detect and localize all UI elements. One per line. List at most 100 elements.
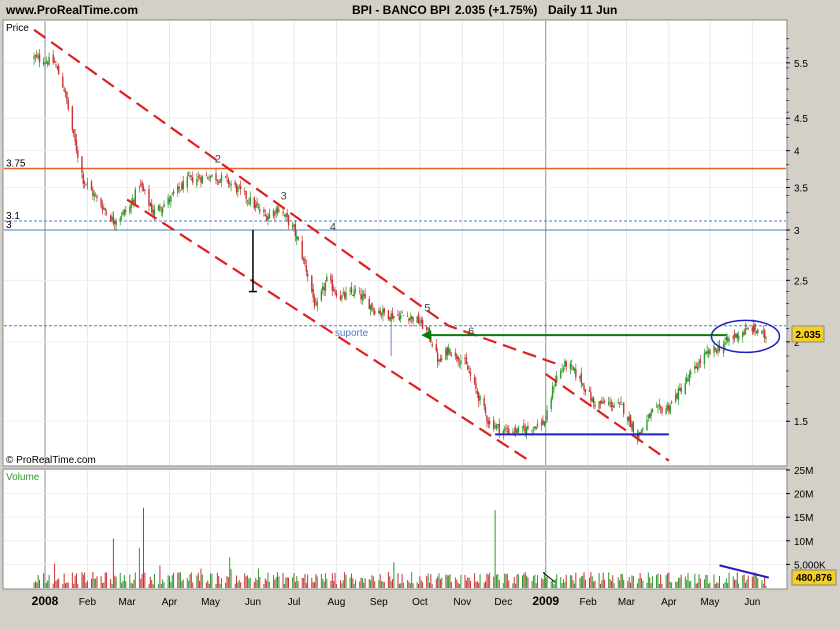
candle-body xyxy=(473,376,476,383)
time-tick-label: Apr xyxy=(162,597,178,608)
time-tick-label: Mar xyxy=(118,597,136,608)
candle-body xyxy=(345,292,347,300)
candle-body xyxy=(77,150,79,158)
candle-body xyxy=(93,193,95,196)
price-panel-label: Price xyxy=(6,23,29,34)
candle-body xyxy=(33,56,35,59)
candle-body xyxy=(246,200,249,202)
candle-body xyxy=(602,401,604,404)
candle-body xyxy=(659,406,662,408)
site-name: www.ProRealTime.com xyxy=(5,3,138,17)
candle-body xyxy=(264,214,266,216)
candle-body xyxy=(120,216,123,218)
time-tick-label: Aug xyxy=(328,597,346,608)
candle-body xyxy=(610,402,613,408)
candle-body xyxy=(543,422,546,426)
time-tick-label: Mar xyxy=(618,597,636,608)
candle-body xyxy=(129,207,131,213)
candle-body xyxy=(268,213,271,219)
candle-body xyxy=(435,344,437,351)
candle-body xyxy=(524,428,526,434)
candle-body xyxy=(198,178,201,180)
candle-body xyxy=(339,295,342,301)
candle-body xyxy=(410,315,413,320)
candle-body xyxy=(205,175,208,177)
candle-body xyxy=(525,426,528,434)
candle-body xyxy=(514,427,517,433)
candle-body xyxy=(640,429,643,434)
volume-tick-label: 10M xyxy=(794,537,813,548)
price-tick-label: 5.5 xyxy=(794,59,808,70)
candle-body xyxy=(354,290,357,291)
candle-body xyxy=(144,189,146,191)
candle-body xyxy=(584,389,587,392)
candle-body xyxy=(92,190,94,196)
candle-body xyxy=(297,237,299,241)
candle-body xyxy=(326,276,328,282)
candle-body xyxy=(765,337,767,339)
candle-body xyxy=(438,360,440,362)
candle-body xyxy=(44,62,46,65)
candle-body xyxy=(224,176,227,178)
time-tick-label: Oct xyxy=(412,597,428,608)
candle-body xyxy=(628,416,630,423)
candle-body xyxy=(208,179,210,181)
candle-body xyxy=(445,348,447,360)
candle-body xyxy=(389,316,391,320)
candle-body xyxy=(506,430,509,432)
candle-body xyxy=(249,197,251,205)
candle-body xyxy=(676,393,678,399)
time-tick-label: Jun xyxy=(245,597,261,608)
candle-body xyxy=(607,402,610,405)
wave-point-label: 3 xyxy=(281,191,287,203)
candle-body xyxy=(152,209,154,214)
candle-body xyxy=(679,388,681,391)
candle-body xyxy=(244,191,246,192)
candle-body xyxy=(513,431,515,433)
candle-body xyxy=(332,289,335,292)
candle-body xyxy=(296,235,298,239)
candle-body xyxy=(391,312,394,319)
candle-body xyxy=(562,368,565,371)
price-panel[interactable] xyxy=(2,19,788,467)
candle-body xyxy=(100,198,102,207)
quote-value: 2.035 (+1.75%) xyxy=(455,3,537,17)
candle-body xyxy=(627,416,629,421)
candle-body xyxy=(464,357,466,359)
candle-body xyxy=(378,310,380,313)
time-tick-label: Dec xyxy=(494,597,512,608)
candle-body xyxy=(238,186,240,188)
current-price-tag-text: 2.035 xyxy=(795,330,820,341)
candle-body xyxy=(572,366,574,370)
candle-body xyxy=(330,275,332,281)
candle-body xyxy=(590,392,592,401)
wave-point-label: 2 xyxy=(215,153,221,165)
candle-body xyxy=(687,378,689,381)
candle-body xyxy=(207,177,209,179)
candle-body xyxy=(761,330,763,334)
candle-body xyxy=(47,62,49,65)
candle-body xyxy=(458,363,461,364)
candle-body xyxy=(592,397,595,404)
candle-body xyxy=(103,208,105,209)
candle-body xyxy=(397,314,399,316)
candle-body xyxy=(436,352,439,363)
candle-body xyxy=(486,415,488,422)
candle-body xyxy=(291,225,294,228)
candle-body xyxy=(460,360,462,365)
candle-body xyxy=(703,353,706,365)
candle-body xyxy=(400,314,402,319)
candle-body xyxy=(316,301,318,307)
candle-body xyxy=(52,54,54,64)
candle-body xyxy=(446,347,448,356)
wave-point-label: 6 xyxy=(468,326,474,338)
candle-body xyxy=(646,419,648,431)
candle-body xyxy=(53,61,56,63)
candle-body xyxy=(469,371,472,376)
candle-body xyxy=(170,195,172,202)
candle-body xyxy=(71,106,74,130)
instrument-title: BPI - BANCO BPI xyxy=(352,3,450,17)
volume-panel[interactable] xyxy=(2,468,788,590)
candle-body xyxy=(259,209,261,212)
candle-body xyxy=(588,390,591,392)
